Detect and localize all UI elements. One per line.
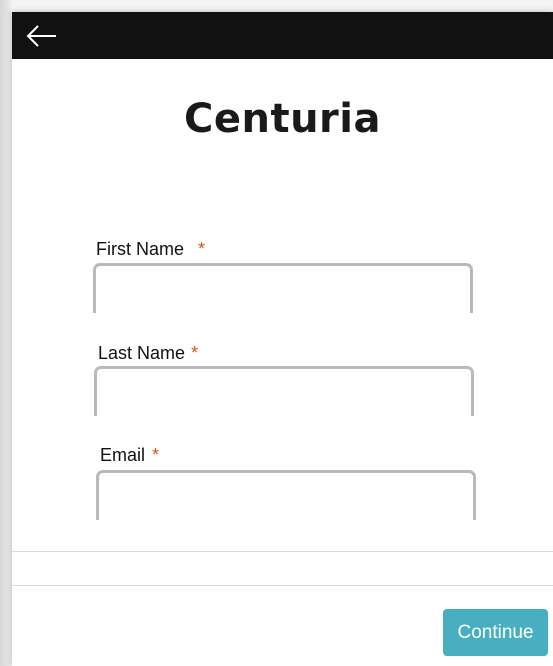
divider-lower — [12, 585, 553, 586]
divider-upper — [12, 551, 553, 552]
arrow-left-icon[interactable] — [25, 23, 59, 49]
centuria-logo: Centuria — [184, 96, 381, 142]
required-marker: * — [152, 445, 160, 465]
last-name-label-text: Last Name — [98, 343, 186, 363]
top-bar — [12, 12, 553, 59]
first-name-input[interactable] — [93, 263, 473, 313]
last-name-input[interactable] — [94, 366, 474, 416]
first-name-label: First Name * — [96, 239, 205, 260]
email-input[interactable] — [96, 470, 476, 520]
last-name-label: Last Name * — [98, 343, 198, 364]
continue-button[interactable]: Continue — [443, 609, 548, 656]
email-label-text: Email — [100, 445, 146, 465]
first-name-label-text: First Name — [96, 239, 185, 259]
required-marker: * — [191, 343, 199, 363]
registration-panel: Centuria First Name * Last Name * Email … — [12, 12, 553, 666]
email-label: Email * — [100, 445, 159, 466]
required-marker: * — [198, 239, 206, 259]
